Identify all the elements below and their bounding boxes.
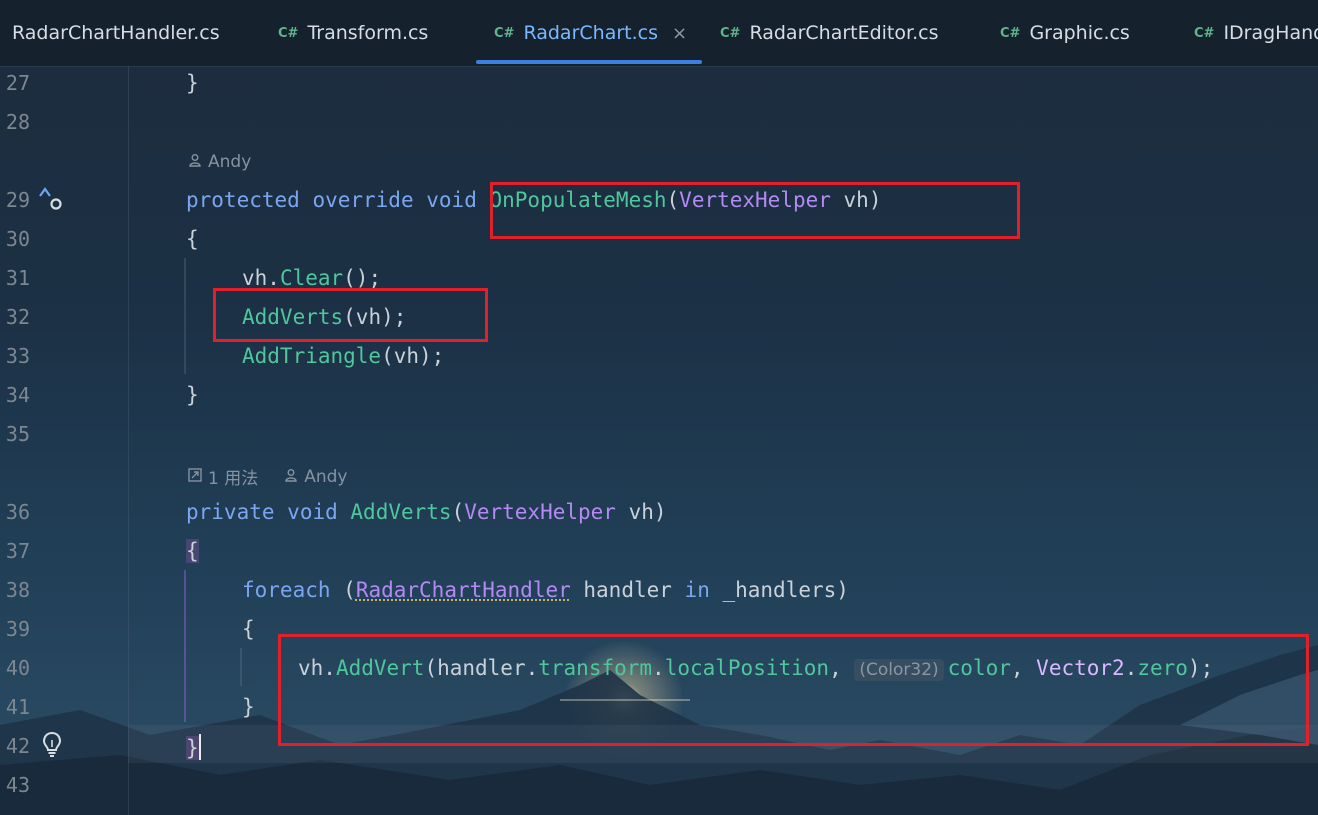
csharp-file-icon: C#: [1194, 25, 1215, 41]
identifier: _handlers): [709, 578, 849, 602]
line-number: 27: [5, 71, 30, 95]
indent-guide: [184, 570, 186, 722]
code-line-42[interactable]: }: [186, 734, 201, 760]
code-line-34[interactable]: }: [186, 383, 199, 407]
code-line-41[interactable]: }: [242, 695, 255, 719]
usages-icon: [188, 467, 202, 487]
line-number: 37: [5, 539, 30, 563]
usages-count: 1 用法: [208, 469, 259, 489]
line-number: 41: [5, 695, 30, 719]
line-number: 40: [5, 656, 30, 680]
annotation-box-addverts: [213, 288, 488, 342]
tab-label: Graphic.cs: [1029, 22, 1130, 44]
brace: }: [242, 695, 255, 719]
keyword: protected: [186, 188, 300, 212]
keyword: void: [287, 500, 338, 524]
method-call: AddTriangle: [242, 344, 382, 368]
line-number: 31: [5, 266, 30, 290]
line-number: 42: [5, 734, 30, 758]
line-number: 29: [5, 188, 30, 212]
tab-radarchart[interactable]: C# RadarChart.cs ×: [494, 0, 687, 66]
editor-tab-bar: RadarChartHandler.cs C# Transform.cs C# …: [0, 0, 1318, 67]
codelens-usages[interactable]: 1 用法 Andy: [188, 464, 348, 489]
line-number: 30: [5, 227, 30, 251]
brace: {: [186, 227, 199, 251]
author-name: Andy: [208, 152, 252, 172]
code-line-33[interactable]: AddTriangle(vh);: [242, 344, 444, 368]
brace: }: [186, 383, 199, 407]
punctuation: (vh);: [381, 344, 445, 368]
codelens-author[interactable]: Andy: [188, 152, 251, 172]
indent-guide: [240, 648, 242, 686]
author-name: Andy: [304, 466, 348, 487]
tab-transform[interactable]: C# Transform.cs: [278, 0, 428, 66]
matched-brace: {: [186, 539, 199, 563]
tab-graphic[interactable]: C# Graphic.cs: [1000, 0, 1130, 66]
user-icon: [284, 467, 298, 487]
indent-guide: [184, 258, 186, 374]
csharp-file-icon: C#: [1000, 25, 1021, 41]
line-number: 34: [5, 383, 30, 407]
method-name: AddVerts: [350, 500, 452, 524]
keyword: in: [684, 578, 710, 602]
tab-label: IDragHand: [1223, 22, 1318, 44]
lightbulb-icon[interactable]: [40, 730, 64, 758]
line-number: 43: [5, 773, 30, 797]
line-number: 35: [5, 422, 30, 446]
punctuation: (: [451, 500, 465, 524]
code-line-27[interactable]: }: [186, 71, 199, 95]
keyword: void: [426, 188, 477, 212]
identifier: vh.: [242, 266, 280, 290]
code-line-39[interactable]: {: [242, 617, 255, 641]
brace: {: [242, 617, 255, 641]
punctuation: (: [330, 578, 356, 602]
user-icon: [188, 152, 202, 172]
type-name: RadarChartHandler: [355, 578, 571, 602]
code-line-38[interactable]: foreach (RadarChartHandler handler in _h…: [242, 578, 849, 602]
method-call: Clear: [279, 266, 344, 290]
parameter: vh): [615, 500, 667, 524]
matched-brace: }: [186, 736, 199, 760]
annotation-box-addvert-loop: [278, 634, 1309, 746]
keyword: private: [186, 500, 275, 524]
punctuation: ();: [343, 266, 382, 290]
tab-label: Transform.cs: [307, 22, 429, 44]
close-icon[interactable]: ×: [672, 23, 687, 44]
code-line-31[interactable]: vh.Clear();: [242, 266, 381, 290]
text-cursor: [198, 734, 201, 760]
tab-radarcharthandler[interactable]: RadarChartHandler.cs: [12, 0, 220, 66]
tab-label: RadarChart.cs: [523, 22, 658, 44]
line-number: 33: [5, 344, 30, 368]
csharp-file-icon: C#: [720, 25, 741, 41]
line-number: 28: [5, 110, 30, 134]
line-number: 38: [5, 578, 30, 602]
override-gutter-icon[interactable]: [36, 184, 68, 214]
code-line-30[interactable]: {: [186, 227, 199, 251]
code-line-36[interactable]: private void AddVerts(VertexHelper vh): [186, 500, 667, 524]
tab-label: RadarChartEditor.cs: [749, 22, 939, 44]
code-line-37[interactable]: {: [186, 539, 199, 563]
csharp-file-icon: C#: [278, 25, 299, 41]
tab-radarcharteditor[interactable]: C# RadarChartEditor.cs: [720, 0, 938, 66]
line-number: 39: [5, 617, 30, 641]
type-name: VertexHelper: [464, 500, 616, 524]
tab-idraghandler[interactable]: C# IDragHand: [1194, 0, 1318, 66]
brace: }: [186, 71, 199, 95]
csharp-file-icon: C#: [494, 25, 515, 41]
line-number: 36: [5, 500, 30, 524]
active-tab-indicator: [476, 60, 702, 64]
keyword: override: [312, 188, 414, 212]
keyword: foreach: [242, 578, 331, 602]
tab-label: RadarChartHandler.cs: [12, 22, 220, 44]
identifier: handler: [570, 578, 685, 602]
annotation-box-onpopulatemesh: [490, 182, 1020, 239]
line-number: 32: [5, 305, 30, 329]
